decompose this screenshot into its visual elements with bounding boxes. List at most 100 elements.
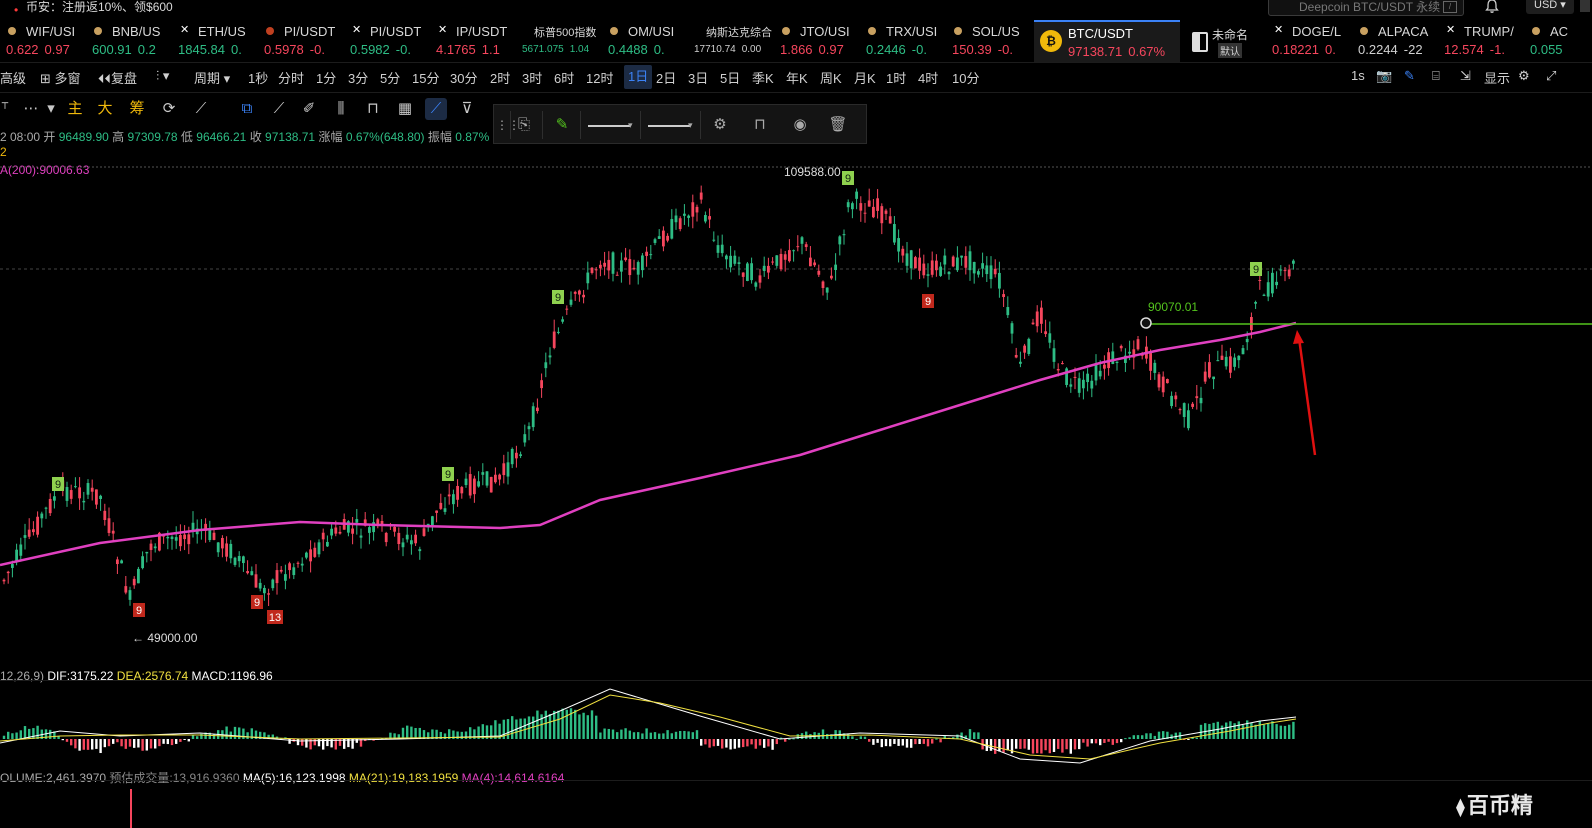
brush-icon[interactable]: ✐ <box>298 98 320 120</box>
camera-icon[interactable]: 📷 <box>1376 68 1392 84</box>
line-style-select[interactable] <box>588 117 630 127</box>
ticker-4[interactable]: ✕ PI/USDT 0.5982 -0. <box>350 20 432 62</box>
pen-icon[interactable]: ✎ <box>1404 68 1415 84</box>
period-3[interactable]: 3分 <box>348 68 368 87</box>
period-2[interactable]: 1分 <box>316 68 336 87</box>
ticker-3[interactable]: PI/USDT 0.5978 -0. <box>264 20 346 62</box>
ticker-16[interactable]: ✕ TRUMP/12.574 -1. <box>1444 20 1526 62</box>
period-13[interactable]: 3日 <box>688 68 708 87</box>
red-arrow-head <box>1293 330 1304 344</box>
period-18[interactable]: 月K <box>854 68 876 87</box>
candlestick-chart[interactable]: 90070.01 109588.00 → ← 49000.00 99999999… <box>0 160 1592 680</box>
period-9[interactable]: 6时 <box>554 68 574 87</box>
ticker-7[interactable]: OM/USI 0.4488 0. <box>608 20 690 62</box>
candle-body <box>1191 403 1194 407</box>
settings-icon[interactable]: ⚙ <box>710 115 730 135</box>
period-12[interactable]: 2日 <box>656 68 676 87</box>
close-icon[interactable]: ✕ <box>438 23 447 36</box>
close-icon[interactable]: ✕ <box>1274 23 1283 36</box>
ticker-15[interactable]: ALPACA 0.2244 -22 <box>1358 20 1440 62</box>
ticker-1[interactable]: BNB/US 600.91 0.2 <box>92 20 174 62</box>
ticker-17[interactable]: AC 0.055 <box>1530 20 1576 62</box>
close-icon[interactable]: ✕ <box>180 23 189 36</box>
display-button[interactable]: 显示 <box>1484 68 1510 87</box>
period-4[interactable]: 5分 <box>380 68 400 87</box>
ticker-10[interactable]: TRX/USI 0.2446 -0. <box>866 20 948 62</box>
line-width-select[interactable] <box>648 117 690 127</box>
period-19[interactable]: 1时 <box>886 68 906 87</box>
trash-icon[interactable]: 🗑 <box>828 115 848 135</box>
period-17[interactable]: 周K <box>820 68 842 87</box>
period-8[interactable]: 3时 <box>522 68 542 87</box>
more-icon[interactable]: ⋯ <box>20 98 42 120</box>
drag-handle-icon[interactable]: ⋮⋮ <box>496 115 520 135</box>
line-anchor-handle[interactable] <box>1140 317 1152 329</box>
period-16[interactable]: 年K <box>786 68 808 87</box>
lock-icon[interactable]: ⊓ <box>362 98 384 120</box>
period-0[interactable]: 1秒 <box>248 68 268 87</box>
period-15[interactable]: 季K <box>752 68 774 87</box>
search-input[interactable]: Deepcoin BTC/USDT 永续 / <box>1268 0 1464 16</box>
bars-icon[interactable]: ⫼ <box>330 98 352 120</box>
period-7[interactable]: 2时 <box>490 68 510 87</box>
chip-button[interactable]: 筹 <box>126 98 148 120</box>
macd-bar <box>519 718 522 739</box>
replay-button[interactable]: ⏴⏴复盘 <box>98 68 137 87</box>
period-5[interactable]: 15分 <box>412 68 439 87</box>
period-10[interactable]: 12时 <box>586 68 613 87</box>
macd-bar <box>553 710 556 739</box>
cycle-icon[interactable]: ⟳ <box>158 98 180 120</box>
period-21[interactable]: 10分 <box>952 68 979 87</box>
period-20[interactable]: 4时 <box>918 68 938 87</box>
caret-icon[interactable]: ▾ <box>40 98 62 120</box>
period-14[interactable]: 5日 <box>720 68 740 87</box>
template-icon[interactable]: ⎘ <box>514 115 534 135</box>
advanced-button[interactable]: 高级 <box>0 68 26 87</box>
ticker-11[interactable]: SOL/US 150.39 -0. <box>952 20 1034 62</box>
period-dropdown[interactable]: 周期 ▾ <box>194 68 230 87</box>
period-11[interactable]: 1日 <box>624 65 653 89</box>
period-6[interactable]: 30分 <box>450 68 477 87</box>
ticker-9[interactable]: JTO/USI 1.866 0.97 <box>780 20 862 62</box>
close-icon[interactable]: ✕ <box>352 23 361 36</box>
ruler-icon[interactable]: ⟋ <box>268 98 290 120</box>
ticker-0[interactable]: WIF/USI 0.622 0.97 <box>6 20 88 62</box>
line-color-icon[interactable]: ✎ <box>552 115 572 135</box>
eye-icon[interactable]: ◉ <box>790 115 810 135</box>
trend-icon[interactable]: ⟋ <box>190 98 212 120</box>
calendar-icon[interactable]: ▦ <box>394 98 416 120</box>
macd-panel[interactable] <box>0 680 1592 776</box>
currency-select[interactable]: USD ▾ <box>1526 0 1574 14</box>
close-icon[interactable]: ✕ <box>1446 23 1455 36</box>
user-icon[interactable] <box>1580 0 1590 12</box>
indicator-icon[interactable]: ⇲ <box>1460 68 1471 84</box>
volume-panel[interactable] <box>0 780 1592 828</box>
ticker-12[interactable]: ₿ BTC/USDT 97138.71 0.67% <box>1034 20 1180 62</box>
comment-icon[interactable]: ⌸ <box>1432 68 1440 84</box>
candle-body <box>813 262 816 266</box>
copy-icon[interactable]: ⧉ <box>236 98 258 120</box>
filter-icon[interactable]: ⊽ <box>456 98 478 120</box>
candle-body <box>481 472 485 475</box>
candle-body <box>212 532 216 540</box>
period-1[interactable]: 分时 <box>278 68 304 87</box>
ticker-6[interactable]: 标普500指数 5671.075 1.04 <box>522 20 604 62</box>
lock-icon[interactable]: ⊓ <box>750 115 770 135</box>
fullscreen-icon[interactable]: ⤢ <box>1546 68 1556 84</box>
candle-body <box>473 478 476 495</box>
ticker-13[interactable]: 未命名 默认 <box>1188 20 1268 62</box>
magnet-icon[interactable]: ⸆ <box>0 98 16 120</box>
chart-type-button[interactable]: ⫶ ▾ <box>156 68 169 84</box>
multi-window-button[interactable]: ⊞ 多窗 <box>40 68 81 87</box>
ticker-5[interactable]: ✕ IP/USDT 4.1765 1.1 <box>436 20 518 62</box>
big-order-button[interactable]: 大 <box>94 98 116 120</box>
ticker-8[interactable]: 纳斯达克综合 17710.74 0.00 <box>694 20 776 62</box>
draw-mode-icon[interactable]: ⟋ <box>425 98 447 120</box>
main-indicator-button[interactable]: 主 <box>64 98 86 120</box>
interval-1s[interactable]: 1s <box>1351 68 1365 83</box>
ticker-14[interactable]: ✕ DOGE/L 0.18221 0. <box>1272 20 1354 62</box>
bell-icon[interactable] <box>1484 0 1500 14</box>
ticker-2[interactable]: ✕ ETH/US 1845.84 0. <box>178 20 260 62</box>
settings-gear-icon[interactable]: ⚙ <box>1518 68 1530 84</box>
promo-text[interactable]: 币安：注册返10%、领$600 <box>26 0 173 15</box>
